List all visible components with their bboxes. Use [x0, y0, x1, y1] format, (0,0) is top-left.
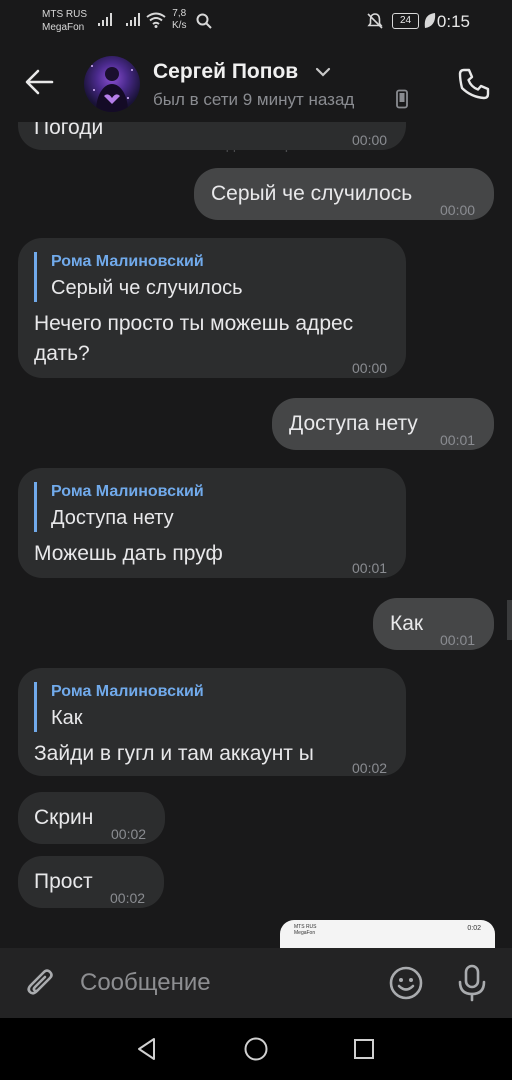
- message-text: Прост: [34, 870, 93, 893]
- chevron-down-icon[interactable]: [315, 66, 331, 78]
- status-bar: MTS RUS MegaFon 7,8 K/s 24 0:15: [0, 0, 512, 44]
- wifi-icon: [146, 12, 166, 28]
- nav-back-icon[interactable]: [134, 1036, 160, 1062]
- sticker-smile-icon: [389, 966, 423, 1000]
- leaf-icon: [424, 13, 436, 28]
- signal-icon: [126, 12, 142, 26]
- message-time: 00:02: [352, 760, 388, 776]
- quote-text: Как: [51, 707, 83, 729]
- message-time: 00:01: [352, 560, 388, 576]
- avatar-image: [91, 65, 133, 112]
- message-time: 00:02: [111, 826, 147, 842]
- nav-home-icon[interactable]: [243, 1036, 269, 1062]
- speed-value: 7,8: [172, 8, 187, 19]
- reply-quote[interactable]: Рома Малиновский Доступа нету: [34, 482, 204, 532]
- message-text-line: Нечего просто ты можешь адрес: [34, 312, 354, 335]
- message-list[interactable]: Сегодня 4 апреля Погоди 00:00 Серый че с…: [0, 122, 512, 948]
- back-arrow-icon: [25, 69, 54, 95]
- message-incoming[interactable]: Скрин 00:02: [18, 792, 165, 844]
- clock: 0:15: [436, 12, 470, 31]
- quote-text: Серый че случилось: [51, 277, 243, 299]
- message-text: Можешь дать пруф: [34, 542, 223, 565]
- message-time: 00:00: [352, 132, 388, 148]
- message-incoming[interactable]: Прост 00:02: [18, 856, 164, 908]
- quote-author: Рома Малиновский: [51, 683, 204, 700]
- message-text: Зайди в гугл и там аккаунт ы: [34, 742, 314, 765]
- message-text: Скрин: [34, 806, 94, 829]
- carrier-info: MTS RUS MegaFon: [42, 8, 87, 34]
- phone-call-icon: [458, 68, 490, 100]
- message-incoming[interactable]: Рома Малиновский Доступа нету Можешь дат…: [18, 468, 406, 578]
- quote-author: Рома Малиновский: [51, 483, 204, 500]
- mobile-phone-icon: [396, 89, 408, 109]
- message-outgoing[interactable]: Доступа нету 00:01: [272, 398, 494, 450]
- message-time: 00:01: [440, 432, 476, 448]
- signal-icon: [98, 12, 114, 26]
- message-incoming[interactable]: Рома Малиновский Серый че случилось Нече…: [18, 238, 406, 378]
- message-text: Как: [390, 612, 424, 635]
- nav-recent-icon[interactable]: [352, 1037, 376, 1061]
- carrier-primary: MTS RUS: [42, 9, 87, 20]
- preview-carrier: MTS RUS MegaFon: [294, 924, 317, 936]
- message-text: Погоди: [34, 122, 104, 139]
- message-time: 00:01: [440, 632, 476, 648]
- system-nav-bar: [0, 1018, 512, 1080]
- contact-name[interactable]: Сергей Попов: [153, 60, 298, 84]
- attach-button[interactable]: [22, 965, 58, 1001]
- message-time: 00:00: [352, 360, 388, 376]
- search-icon: [196, 13, 212, 29]
- preview-clock: 0:02: [467, 925, 481, 932]
- avatar[interactable]: [84, 56, 140, 112]
- chat-header: Сергей Попов был в сети 9 минут назад: [0, 44, 512, 122]
- message-text-line: дать?: [34, 342, 90, 365]
- call-button[interactable]: [456, 66, 492, 102]
- message-time: 00:02: [110, 890, 146, 906]
- sticker-button[interactable]: [388, 965, 424, 1001]
- back-button[interactable]: [20, 64, 60, 100]
- speed-unit: K/s: [172, 20, 187, 31]
- network-speed: 7,8 K/s: [172, 8, 186, 32]
- battery-indicator: 24: [392, 13, 419, 29]
- message-incoming[interactable]: Погоди 00:00: [18, 122, 406, 150]
- quote-author: Рома Малиновский: [51, 253, 204, 270]
- paperclip-icon: [27, 969, 53, 995]
- scrollbar[interactable]: [507, 600, 512, 640]
- contact-status: был в сети 9 минут назад: [153, 90, 355, 109]
- message-text: Серый че случилось: [211, 182, 413, 205]
- message-input[interactable]: [70, 962, 370, 1004]
- quote-text: Доступа нету: [51, 507, 174, 529]
- microphone-icon: [458, 964, 486, 1002]
- message-incoming[interactable]: Рома Малиновский Как Зайди в гугл и там …: [18, 668, 406, 776]
- message-composer: [0, 948, 512, 1018]
- reply-quote[interactable]: Рома Малиновский Как: [34, 682, 204, 732]
- screenshot-attachment[interactable]: MTS RUS MegaFon 0:02: [280, 920, 495, 948]
- message-text: Доступа нету: [289, 412, 418, 435]
- reply-quote[interactable]: Рома Малиновский Серый че случилось: [34, 252, 243, 302]
- mute-bell-icon: [367, 13, 383, 29]
- carrier-secondary: MegaFon: [42, 22, 85, 33]
- preview-carrier-secondary: MegaFon: [294, 930, 316, 936]
- message-outgoing[interactable]: Серый че случилось 00:00: [194, 168, 494, 220]
- voice-message-button[interactable]: [454, 963, 490, 1003]
- message-outgoing[interactable]: Как 00:01: [373, 598, 494, 650]
- message-time: 00:00: [440, 202, 476, 218]
